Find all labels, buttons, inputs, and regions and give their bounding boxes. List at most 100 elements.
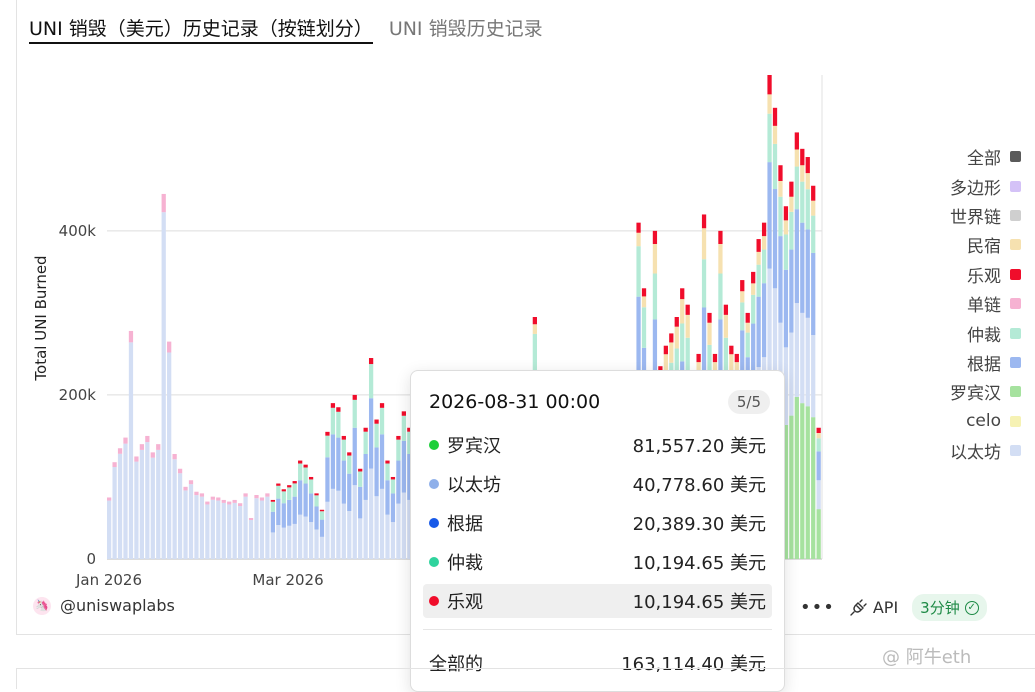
bar-segment	[800, 222, 805, 313]
bar-segment	[128, 342, 134, 559]
bar-segment	[319, 511, 325, 520]
legend-swatch	[1010, 298, 1021, 310]
bar-segment	[816, 433, 821, 439]
bar-segment	[347, 473, 352, 512]
bar-segment	[123, 443, 128, 559]
bar-segment	[341, 435, 346, 440]
legend-item[interactable]: 以太坊	[950, 436, 1021, 465]
tooltip-series-name: 以太坊	[447, 475, 501, 496]
bar-segment	[270, 532, 275, 559]
bar-segment	[723, 314, 729, 338]
bar-segment	[751, 283, 756, 295]
author-handle[interactable]: @uniswaplabs	[60, 596, 175, 615]
refresh-label: 3分钟	[920, 599, 960, 617]
bar-segment	[532, 333, 537, 371]
bar-segment	[139, 444, 145, 450]
bar-segment	[210, 496, 215, 500]
legend-item[interactable]: 民宿	[950, 230, 1021, 259]
bar-segment	[680, 299, 685, 324]
bar-segment	[281, 527, 286, 559]
bar-segment	[188, 480, 194, 485]
bar-segment	[330, 407, 336, 435]
bar-segment	[641, 296, 647, 308]
legend-item[interactable]: 乐观	[950, 260, 1021, 289]
bar-segment	[761, 222, 767, 237]
bar-segment	[663, 345, 668, 355]
bar-segment	[718, 243, 723, 274]
bar-segment	[205, 501, 210, 505]
bar-segment	[150, 452, 155, 458]
bar-segment	[330, 434, 336, 489]
bar-segment	[314, 506, 319, 530]
bar-segment	[161, 212, 166, 559]
legend-label: 多边形	[950, 178, 1001, 199]
bar-segment	[680, 288, 685, 300]
bar-segment	[352, 485, 357, 559]
bar-segment	[767, 94, 772, 114]
tooltip-series-value: 20,389.30 美元	[632, 514, 766, 535]
bar-segment	[794, 396, 799, 559]
bar-segment	[745, 332, 750, 358]
bar-segment	[401, 415, 406, 441]
legend-label: 乐观	[967, 266, 1001, 287]
bar-segment	[805, 189, 810, 230]
bar-segment	[636, 222, 641, 233]
tooltip-series: 根据	[429, 510, 483, 536]
bar-segment	[227, 504, 232, 559]
bar-segment	[729, 345, 734, 355]
legend-item[interactable]: 仲裁	[950, 318, 1021, 347]
bar-segment	[390, 522, 396, 559]
refresh-badge[interactable]: 3分钟 ✓	[912, 594, 987, 621]
bar-segment	[636, 246, 641, 297]
series-dot-icon	[429, 479, 439, 489]
tooltip-series: 乐观	[429, 588, 483, 614]
more-options-button[interactable]: •••	[800, 597, 835, 618]
bar-segment	[156, 444, 161, 450]
bar-segment	[396, 503, 401, 559]
bar-segment	[794, 303, 799, 397]
bar-segment	[298, 514, 303, 559]
legend-item[interactable]: 单链	[950, 289, 1021, 318]
legend-item[interactable]: 全部	[950, 142, 1021, 171]
legend-label: 全部	[967, 149, 1001, 170]
bar-segment	[183, 490, 188, 559]
bar-segment	[325, 457, 330, 502]
chart-legend: 全部多边形世界链 民宿乐观 单链仲裁 根据 罗宾汉 celo 以太坊	[950, 142, 1021, 465]
tooltip-page-badge: 5/5	[727, 390, 770, 414]
legend-label: 世界链	[950, 207, 1001, 228]
bar-segment	[281, 489, 286, 492]
bar-segment	[347, 455, 352, 474]
bar-segment	[205, 504, 210, 559]
bar-segment	[740, 280, 745, 292]
bar-segment	[532, 317, 537, 325]
legend-item[interactable]: 世界链	[950, 201, 1021, 230]
bar-segment	[172, 459, 177, 559]
bar-segment	[276, 525, 281, 559]
bar-segment	[194, 495, 199, 559]
api-button[interactable]: API	[849, 598, 898, 617]
bar-segment	[232, 502, 237, 559]
tooltip-series-name: 乐观	[447, 592, 483, 613]
bar-segment	[358, 468, 363, 472]
legend-item[interactable]: 罗宾汉	[950, 377, 1021, 406]
bar-segment	[707, 312, 712, 323]
bar-segment	[772, 189, 778, 289]
legend-label: 仲裁	[967, 325, 1001, 346]
bar-segment	[778, 180, 783, 197]
bar-segment	[800, 148, 805, 166]
bar-segment	[123, 437, 128, 444]
bar-segment	[800, 312, 805, 404]
bar-segment	[532, 324, 537, 334]
bar-segment	[800, 403, 805, 559]
legend-item[interactable]: 多边形	[950, 171, 1021, 200]
bar-segment	[303, 516, 308, 559]
bar-segment	[767, 268, 772, 376]
bar-segment	[167, 341, 172, 353]
series-dot-icon	[429, 518, 439, 528]
bar-segment	[805, 317, 810, 407]
tooltip-row: 以太坊 40,778.60 美元	[423, 467, 772, 501]
bar-segment	[680, 323, 685, 362]
legend-label: celo	[966, 411, 1001, 432]
legend-item[interactable]: 根据	[950, 348, 1021, 377]
legend-item[interactable]: celo	[950, 407, 1021, 436]
